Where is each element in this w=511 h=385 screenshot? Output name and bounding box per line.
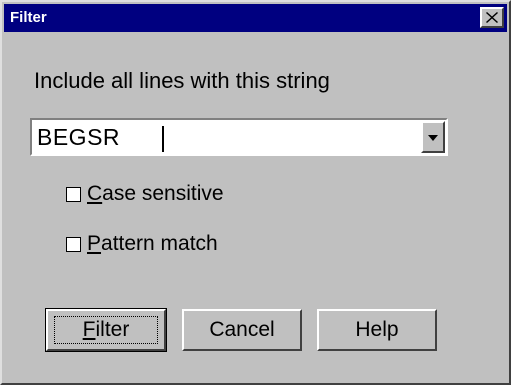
text-caret (162, 126, 164, 152)
pattern-match-option[interactable]: Pattern match (66, 232, 218, 256)
chevron-down-icon (428, 128, 438, 146)
pattern-match-label[interactable]: Pattern match (87, 232, 218, 256)
filter-button-label-rest: ilter (95, 318, 130, 341)
pattern-match-accel: P (87, 232, 102, 255)
case-sensitive-accel: C (87, 182, 103, 205)
close-icon (486, 12, 498, 23)
help-button-label: Help (355, 318, 399, 341)
filter-button-accel: F (82, 318, 96, 341)
cancel-button-label: Cancel (209, 318, 275, 341)
filter-string-input[interactable] (34, 122, 421, 152)
dropdown-button[interactable] (421, 121, 445, 153)
filter-dialog: Filter Include all lines with this strin… (0, 0, 511, 385)
case-sensitive-label[interactable]: Case sensitive (87, 182, 224, 206)
case-sensitive-checkbox[interactable] (66, 186, 81, 202)
pattern-match-label-rest: attern match (101, 232, 218, 255)
prompt-label: Include all lines with this string (34, 68, 330, 93)
case-sensitive-label-rest: ase sensitive (102, 182, 224, 205)
pattern-match-checkbox[interactable] (66, 236, 81, 252)
cancel-button[interactable]: Cancel (182, 309, 302, 351)
case-sensitive-option[interactable]: Case sensitive (66, 182, 224, 206)
help-button[interactable]: Help (317, 309, 437, 351)
window-title: Filter (10, 9, 47, 26)
filter-button[interactable]: Filter (45, 308, 167, 352)
filter-string-combobox[interactable] (30, 118, 448, 156)
title-bar[interactable]: Filter (4, 4, 507, 32)
close-button[interactable] (480, 7, 504, 28)
